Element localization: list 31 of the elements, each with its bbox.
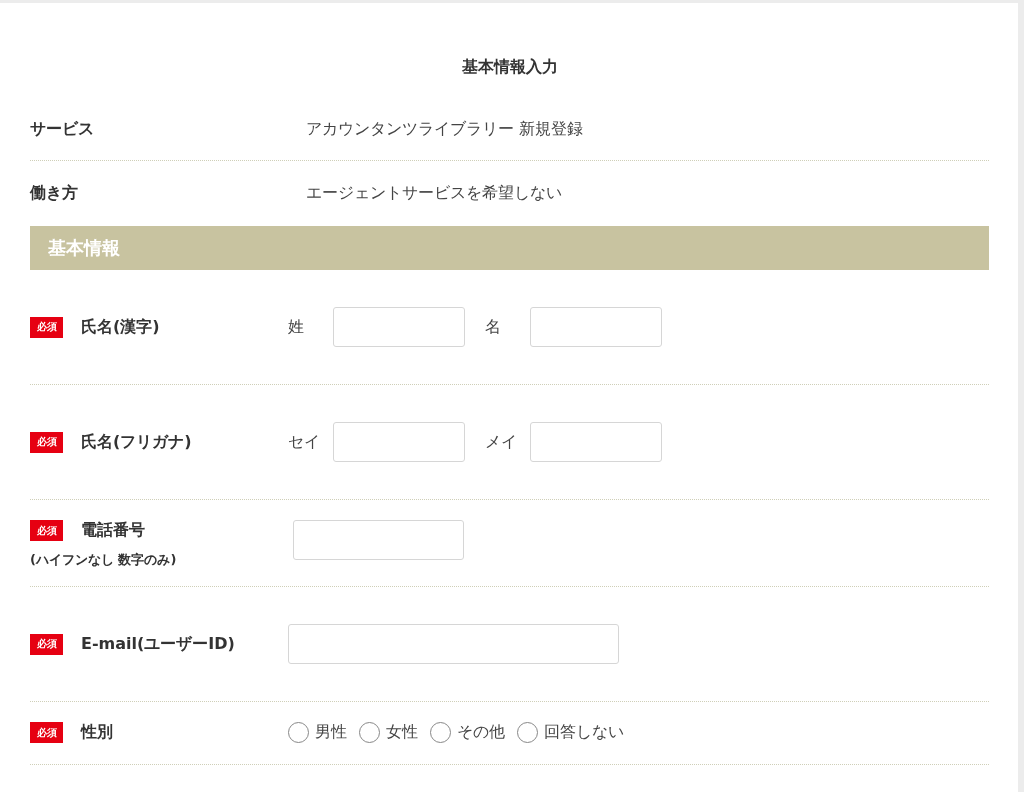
section-header: 基本情報 [30,226,989,270]
radio-label[interactable]: 回答しない [544,722,624,743]
field-label: 氏名(漢字) [81,316,160,338]
radio-label[interactable]: 女性 [386,722,418,743]
info-value: エージェントサービスを希望しない [306,183,563,204]
input-prefix: セイ [288,431,321,453]
field-label: 氏名(フリガナ) [81,431,192,453]
required-badge: 必須 [30,633,63,655]
radio-label[interactable]: その他 [457,722,505,743]
text-field[interactable] [333,307,465,347]
text-field[interactable] [333,422,465,462]
info-label: サービス [30,118,95,140]
input-prefix: 名 [485,316,502,338]
required-badge: 必須 [30,722,63,743]
input-prefix: メイ [485,431,518,453]
input-prefix: 姓 [288,316,305,338]
email-field[interactable] [288,624,619,664]
text-field[interactable] [530,422,662,462]
field-label: E-mail(ユーザーID) [81,633,235,655]
field-note: (ハイフンなし 数字のみ) [30,551,178,569]
required-badge: 必須 [30,316,63,338]
required-badge: 必須 [30,520,63,541]
field-label: 性別 [81,722,113,743]
phone-field[interactable] [293,520,464,560]
info-value: アカウンタンツライブラリー 新規登録 [306,118,585,140]
page-title: 基本情報入力 [461,57,558,78]
text-field[interactable] [530,307,662,347]
radio-label[interactable]: 男性 [315,722,347,743]
field-label: 電話番号 [81,520,145,541]
info-label: 働き方 [30,183,79,204]
required-badge: 必須 [30,431,63,453]
